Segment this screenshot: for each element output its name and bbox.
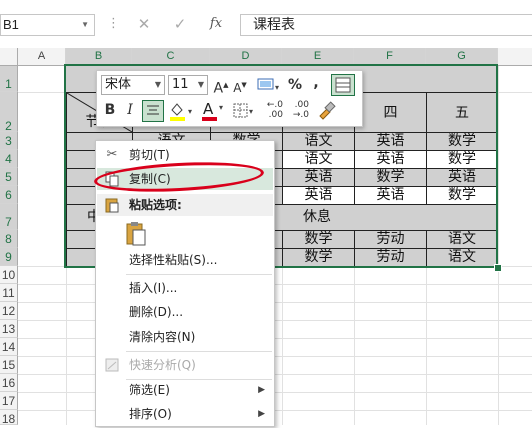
paste-icon: [103, 194, 121, 221]
number-format-graphic: ▾: [257, 78, 279, 92]
grow-font-icon[interactable]: A▲: [212, 75, 230, 97]
row-header-9[interactable]: 9: [0, 248, 18, 266]
menu-item-label: 删除(D)...: [129, 305, 184, 319]
italic-button[interactable]: I: [121, 100, 139, 120]
formula-bar: B1 ▼ ⋮ ✕ ✓ fx 课程表: [0, 0, 532, 47]
comma-style-button[interactable]: ,: [309, 73, 323, 93]
menu-item-paste-special[interactable]: 选择性粘贴(S)...: [97, 249, 273, 271]
font-name-value: 宋体: [105, 77, 132, 92]
borders-icon: ▾: [233, 103, 253, 118]
row-header-16[interactable]: 16: [0, 374, 18, 392]
decrease-decimal-bottom: →.0: [292, 110, 309, 120]
row-header-13[interactable]: 13: [0, 320, 18, 338]
svg-text:▾: ▾: [188, 107, 192, 116]
menu-item-label: 剪切(T): [129, 148, 170, 162]
menu-item-label: 插入(I)...: [129, 281, 178, 295]
quick-analysis-icon: [103, 354, 121, 381]
bold-button[interactable]: B: [101, 100, 119, 120]
menu-separator: [126, 274, 272, 275]
row-header-2[interactable]: 2: [0, 92, 18, 133]
menu-item-label: 选择性粘贴(S)...: [129, 253, 218, 267]
increase-decimal-top: ←.0: [266, 100, 283, 110]
row-header-3[interactable]: 3: [0, 132, 18, 150]
number-format-icon[interactable]: ▾: [253, 75, 281, 95]
row-header-7[interactable]: 7: [0, 204, 18, 230]
menu-item-label: 排序(O): [129, 407, 172, 421]
align-center-button[interactable]: [142, 100, 164, 122]
insert-function-icon[interactable]: fx: [204, 13, 228, 35]
paste-graphic: [105, 198, 119, 213]
svg-text:▾: ▾: [275, 83, 279, 92]
fill-handle[interactable]: [494, 264, 502, 272]
chevron-down-icon[interactable]: ▾: [219, 103, 223, 112]
font-name-box[interactable]: 宋体 ▼: [101, 75, 165, 95]
paste-clipboard-icon: [126, 222, 146, 246]
merge-center-icon: [335, 77, 351, 93]
chevron-down-icon[interactable]: ▼: [198, 76, 204, 94]
menu-item-insert[interactable]: 插入(I)...: [97, 277, 273, 299]
column-header-a[interactable]: A: [18, 48, 66, 66]
menu-item-label: 清除内容(N): [129, 330, 196, 344]
row-header-14[interactable]: 14: [0, 338, 18, 356]
percent-style-button[interactable]: %: [285, 75, 305, 95]
menu-item-sort[interactable]: 排序(O) ▶: [97, 403, 273, 425]
row-header-18[interactable]: 18: [0, 410, 18, 426]
menu-item-clear-contents[interactable]: 清除内容(N): [97, 326, 273, 348]
menu-item-delete[interactable]: 删除(D)...: [97, 301, 273, 323]
increase-decimal-button[interactable]: ←.0 .00: [261, 100, 285, 122]
mini-toolbar: 宋体 ▼ 11 ▼ A▲ A▼ ▾ % , B I ▾ A ▾ ▾ ←.0 .0…: [96, 70, 363, 127]
decrease-decimal-top: .00: [294, 100, 309, 110]
enter-icon[interactable]: ✓: [168, 13, 192, 35]
font-color-button[interactable]: A ▾: [199, 100, 227, 122]
row-header-12[interactable]: 12: [0, 302, 18, 320]
svg-text:▾: ▾: [249, 107, 253, 116]
row-header-10[interactable]: 10: [0, 266, 18, 284]
chevron-down-icon[interactable]: ▼: [81, 15, 89, 35]
borders-button[interactable]: ▾: [231, 100, 257, 122]
menu-item-filter[interactable]: 筛选(E) ▶: [97, 379, 273, 401]
row-header-5[interactable]: 5: [0, 168, 18, 186]
format-painter-icon: [319, 101, 336, 120]
row-header-1[interactable]: 1: [0, 66, 18, 92]
font-color-swatch: [202, 117, 217, 121]
name-box[interactable]: B1 ▼: [0, 14, 95, 36]
menu-item-label: 筛选(E): [129, 383, 170, 397]
increase-decimal-bottom: .00: [268, 110, 283, 120]
font-size-box[interactable]: 11 ▼: [168, 75, 208, 95]
menu-section-paste-options: 粘贴选项:: [97, 194, 273, 216]
quick-analysis-graphic: [105, 358, 119, 372]
menu-item-label: 粘贴选项:: [129, 198, 182, 212]
row-header-4[interactable]: 4: [0, 150, 18, 168]
formula-input[interactable]: 课程表: [240, 14, 532, 36]
paste-option-button[interactable]: [126, 221, 148, 247]
cancel-icon[interactable]: ✕: [132, 13, 156, 35]
grow-font-label: A: [213, 80, 224, 97]
menu-item-quick-analysis: 快速分析(Q): [97, 354, 273, 376]
row-header-6[interactable]: 6: [0, 186, 18, 204]
menu-item-label: 快速分析(Q): [129, 358, 196, 372]
align-center-icon: [147, 105, 159, 115]
chevron-down-icon[interactable]: ▼: [155, 76, 161, 94]
name-box-value: B1: [3, 17, 19, 32]
row-header-8[interactable]: 8: [0, 230, 18, 248]
format-painter-button[interactable]: [315, 100, 337, 122]
submenu-arrow-icon: ▶: [258, 409, 265, 419]
more-options-icon[interactable]: ⋮: [107, 16, 120, 31]
column-header-h[interactable]: [498, 48, 532, 66]
fill-color-icon: ▾: [170, 103, 192, 121]
merge-center-button[interactable]: [331, 74, 355, 96]
row-header-15[interactable]: 15: [0, 356, 18, 374]
grid-line: [498, 66, 499, 425]
fill-color-button[interactable]: ▾: [167, 100, 197, 122]
menu-separator: [126, 351, 272, 352]
row-header-17[interactable]: 17: [0, 392, 18, 410]
submenu-arrow-icon: ▶: [258, 385, 265, 395]
font-color-letter: A: [203, 100, 214, 118]
select-all-corner[interactable]: [0, 48, 18, 66]
row-header-11[interactable]: 11: [0, 284, 18, 302]
shrink-font-icon[interactable]: A▼: [231, 75, 249, 95]
decrease-decimal-button[interactable]: .00 →.0: [287, 100, 311, 122]
scissors-icon: ✂: [106, 147, 118, 162]
font-size-value: 11: [172, 77, 189, 92]
